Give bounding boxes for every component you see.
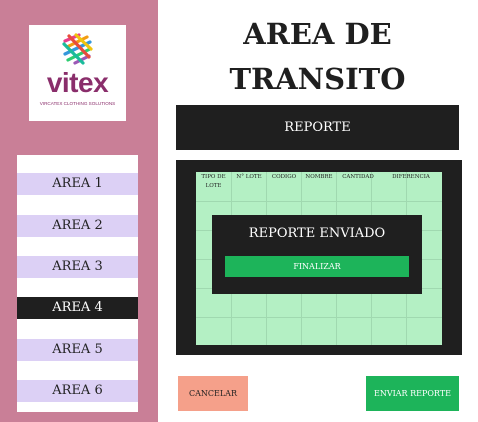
column-header-tipo-de-lote: TIPO DE LOTE	[201, 174, 226, 189]
send-report-button[interactable]: ENVIAR REPORTE	[366, 376, 459, 411]
sidebar-item-area-3[interactable]: AREA 3	[17, 256, 138, 278]
area-list: AREA 1 AREA 2 AREA 3 AREA 4 AREA 5 AREA …	[17, 155, 138, 412]
column-header-n-lote: N° LOTE	[236, 174, 262, 180]
vitex-logo: vitex VIRCATEX CLOTHING SOLUTIONS	[29, 25, 126, 121]
column-header-nombre: NOMBRE	[305, 174, 333, 180]
table-row-divider	[196, 201, 442, 202]
column-header-diferencia: DIFERENCIA	[392, 174, 430, 180]
sidebar-item-area-1[interactable]: AREA 1	[17, 173, 138, 195]
finalize-button[interactable]: FINALIZAR	[225, 256, 409, 277]
column-header-codigo: CODIGO	[271, 174, 297, 180]
sidebar: vitex VIRCATEX CLOTHING SOLUTIONS AREA 1…	[0, 0, 158, 422]
sidebar-item-area-5[interactable]: AREA 5	[17, 339, 138, 361]
sidebar-item-area-4[interactable]: AREA 4	[17, 297, 138, 319]
report-sent-dialog: REPORTE ENVIADO FINALIZAR	[212, 215, 422, 294]
table-row-divider	[196, 317, 442, 318]
page-title-line-2: TRANSITO	[229, 62, 406, 96]
cancel-button[interactable]: CANCELAR	[178, 376, 248, 411]
sidebar-item-area-6[interactable]: AREA 6	[17, 380, 138, 402]
logo-wordmark: vitex	[46, 67, 109, 98]
report-bar: REPORTE	[176, 105, 459, 150]
sidebar-item-area-2[interactable]: AREA 2	[17, 215, 138, 237]
logo-weave-icon	[62, 33, 93, 65]
column-header-cantidad: CANTIDAD	[342, 174, 374, 180]
page-title-line-1: AREA DE	[243, 17, 392, 51]
logo-tagline: VIRCATEX CLOTHING SOLUTIONS	[39, 101, 116, 106]
dialog-title: REPORTE ENVIADO	[248, 226, 386, 241]
